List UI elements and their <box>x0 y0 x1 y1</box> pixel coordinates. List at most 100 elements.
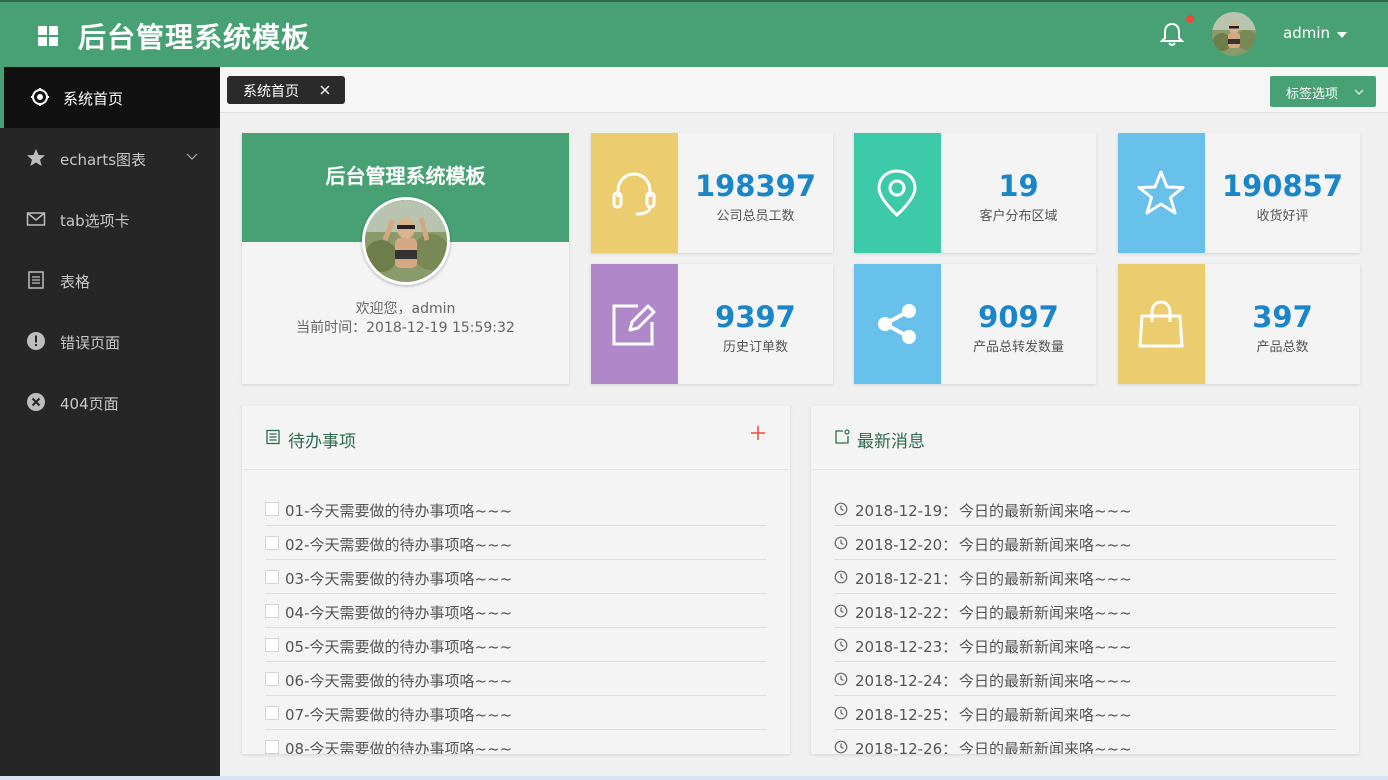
location-pin-icon <box>877 169 917 217</box>
news-date: 2018-12-22： <box>855 604 958 622</box>
todo-panel-title: 待办事项 <box>288 432 356 452</box>
stat-icon-box <box>854 264 941 384</box>
todo-panel-header: 待办事项 <box>242 406 790 470</box>
profile-avatar <box>362 197 450 285</box>
news-item[interactable]: 2018-12-25： 今日的最新新闻来咯~~~ <box>834 696 1336 730</box>
document-icon <box>28 271 44 289</box>
stat-label: 收货好评 <box>1256 209 1309 224</box>
sidebar-item-label: 404页面 <box>60 395 119 413</box>
todo-item: 02-今天需要做的待办事项咯~~~ <box>265 526 767 560</box>
stat-icon-box <box>1118 264 1205 384</box>
user-name[interactable]: admin <box>1283 24 1330 42</box>
sidebar-item-table[interactable]: 表格 <box>0 250 220 311</box>
stat-value: 198397 <box>694 169 817 203</box>
stat-card-orders: 9397 历史订单数 <box>591 264 833 384</box>
clock-icon <box>834 740 848 754</box>
stat-label: 公司总员工数 <box>716 209 795 224</box>
edit-icon <box>612 304 656 346</box>
news-text: 今日的最新新闻来咯~~~ <box>959 536 1132 554</box>
plus-icon[interactable] <box>750 425 766 441</box>
chevron-down-icon[interactable] <box>1337 32 1347 38</box>
tab-options-button[interactable]: 标签选项 <box>1270 76 1376 107</box>
clock-icon <box>834 502 848 516</box>
stat-label: 历史订单数 <box>722 340 788 355</box>
clock-icon <box>834 604 848 618</box>
stat-card-shares: 9097 产品总转发数量 <box>854 264 1096 384</box>
message-icon <box>835 429 850 444</box>
news-text: 今日的最新新闻来咯~~~ <box>959 706 1132 724</box>
stat-card-employees: 198397 公司总员工数 <box>591 133 833 253</box>
stat-value: 19 <box>998 169 1039 203</box>
news-panel-header: 最新消息 <box>811 406 1359 470</box>
todo-checkbox[interactable] <box>265 604 279 618</box>
news-item[interactable]: 2018-12-26： 今日的最新新闻来咯~~~ <box>834 730 1336 754</box>
sidebar-item-home[interactable]: 系统首页 <box>0 67 220 128</box>
stat-icon-box <box>1118 133 1205 253</box>
news-panel: 最新消息 2018-12-19： 今日的最新新闻来咯~~~ 2018-12-20：今… <box>811 406 1359 754</box>
welcome-text: 欢迎您，admin <box>355 301 456 317</box>
sidebar-item-error[interactable]: 错误页面 <box>0 311 220 372</box>
profile-title: 后台管理系统模板 <box>325 164 486 188</box>
clock-icon <box>834 536 848 550</box>
stat-label: 产品总数 <box>1256 340 1309 355</box>
list-icon <box>266 429 280 445</box>
star-outline-icon <box>1137 170 1185 215</box>
tab-home[interactable]: 系统首页 <box>227 76 345 104</box>
sidebar-item-label: echarts图表 <box>60 151 147 169</box>
sidebar: 系统首页 echarts图表 tab选项卡 表格 错误页面 404页面 <box>0 67 220 780</box>
todo-text: 08-今天需要做的待办事项咯~~~ <box>285 740 513 754</box>
stat-card-regions: 19 客户分布区域 <box>854 133 1096 253</box>
todo-text: 07-今天需要做的待办事项咯~~~ <box>285 706 513 724</box>
todo-checkbox[interactable] <box>265 740 279 754</box>
news-item[interactable]: 2018-12-24： 今日的最新新闻来咯~~~ <box>834 662 1336 696</box>
news-item[interactable]: 2018-12-22： 今日的最新新闻来咯~~~ <box>834 594 1336 628</box>
news-text: 今日的最新新闻来咯~~~ <box>959 502 1132 520</box>
stat-value: 9397 <box>715 300 796 334</box>
todo-text: 05-今天需要做的待办事项咯~~~ <box>285 638 513 656</box>
tab-bar: 系统首页 标签选项 <box>220 67 1388 113</box>
news-item[interactable]: 2018-12-23： 今日的最新新闻来咯~~~ <box>834 628 1336 662</box>
todo-text: 06-今天需要做的待办事项咯~~~ <box>285 672 513 690</box>
news-panel-title: 最新消息 <box>857 432 925 452</box>
todo-checkbox[interactable] <box>265 672 279 686</box>
news-item[interactable]: 2018-12-20： 今日的最新新闻来咯~~~ <box>834 526 1336 560</box>
todo-checkbox[interactable] <box>265 570 279 584</box>
close-icon[interactable] <box>319 84 331 96</box>
stat-icon-box <box>591 133 678 253</box>
news-text: 今日的最新新闻来咯~~~ <box>959 740 1132 754</box>
tab-options-label: 标签选项 <box>1286 87 1339 102</box>
todo-text: 03-今天需要做的待办事项咯~~~ <box>285 570 513 588</box>
headset-icon <box>612 172 656 216</box>
clock-icon <box>834 672 848 686</box>
news-date: 2018-12-21： <box>855 570 958 588</box>
stat-icon-box <box>591 264 678 384</box>
news-text: 今日的最新新闻来咯~~~ <box>959 570 1132 588</box>
stat-value: 9097 <box>978 300 1059 334</box>
todo-item: 03-今天需要做的待办事项咯~~~ <box>265 560 767 594</box>
todo-checkbox[interactable] <box>265 502 279 516</box>
sidebar-item-404[interactable]: 404页面 <box>0 372 220 433</box>
news-item[interactable]: 2018-12-21： 今日的最新新闻来咯~~~ <box>834 560 1336 594</box>
share-icon <box>878 304 916 344</box>
todo-panel: 待办事项 01-今天需要做的待办事项咯~~~ 02-今天需要做的待办事项咯~~~ 0… <box>242 406 790 754</box>
news-date: 2018-12-20： <box>855 536 958 554</box>
stat-value: 397 <box>1252 300 1313 334</box>
bell-icon[interactable] <box>1158 20 1186 48</box>
sidebar-item-label: 表格 <box>60 273 91 291</box>
sidebar-item-tab[interactable]: tab选项卡 <box>0 189 220 250</box>
stat-label: 产品总转发数量 <box>972 340 1064 355</box>
news-item[interactable]: 2018-12-19： 今日的最新新闻来咯~~~ <box>834 492 1336 526</box>
grid-menu-icon[interactable] <box>38 26 58 46</box>
avatar[interactable] <box>1212 12 1256 56</box>
sidebar-item-label: 系统首页 <box>63 90 124 108</box>
sidebar-item-echarts[interactable]: echarts图表 <box>0 128 220 189</box>
stat-label: 客户分布区域 <box>979 209 1058 224</box>
todo-item: 01-今天需要做的待办事项咯~~~ <box>265 492 767 526</box>
app-title: 后台管理系统模板 <box>78 21 311 54</box>
todo-text: 04-今天需要做的待办事项咯~~~ <box>285 604 513 622</box>
todo-checkbox[interactable] <box>265 536 279 550</box>
shopping-bag-icon <box>1138 300 1184 348</box>
todo-checkbox[interactable] <box>265 638 279 652</box>
todo-checkbox[interactable] <box>265 706 279 720</box>
notification-dot <box>1186 15 1194 23</box>
